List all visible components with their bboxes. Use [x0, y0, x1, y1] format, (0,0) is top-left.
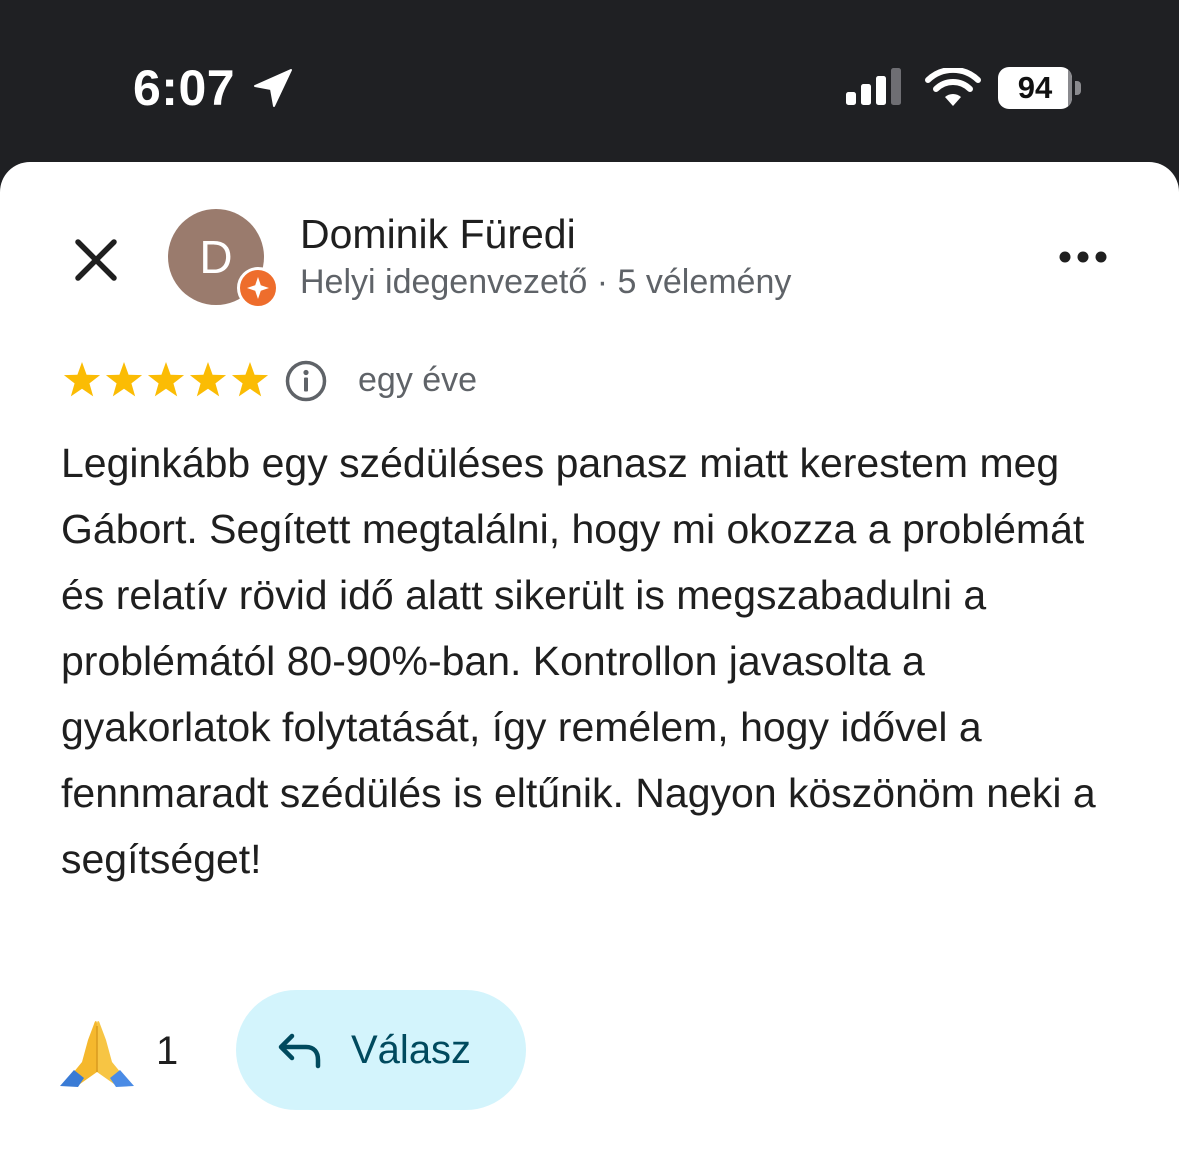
battery-level: 94 — [1017, 70, 1053, 105]
status-bar: 6:07 94 — [0, 0, 1179, 162]
reply-arrow-icon — [278, 1033, 321, 1069]
star-rating — [63, 362, 269, 397]
battery-cap — [1075, 81, 1081, 95]
more-options-icon[interactable] — [1050, 242, 1116, 272]
review-text: Leginkább egy szédüléses panasz miatt ke… — [61, 440, 1096, 882]
review-time: egy éve — [358, 361, 478, 399]
star-icon — [105, 362, 143, 397]
reviewer-name[interactable]: Dominik Füredi — [300, 209, 576, 259]
reaction-button[interactable]: 1 — [58, 1012, 198, 1088]
close-icon[interactable] — [66, 230, 126, 290]
star-icon — [147, 362, 185, 397]
info-icon[interactable] — [284, 359, 328, 403]
battery-icon: 94 — [998, 67, 1084, 109]
reply-label: Válasz — [351, 1028, 472, 1072]
review-sheet: D Dominik Füredi Helyi idegenvezető · 5 … — [0, 162, 1179, 1169]
pray-emoji-icon — [60, 1021, 134, 1087]
reply-button[interactable]: Válasz — [236, 990, 526, 1110]
rating-row: egy éve — [62, 357, 762, 407]
star-icon — [63, 362, 101, 397]
reviewer-subtitle[interactable]: Helyi idegenvezető · 5 vélemény — [300, 260, 791, 304]
wifi-icon — [925, 68, 981, 106]
local-guide-badge-icon — [237, 267, 279, 309]
reaction-count: 1 — [156, 1029, 179, 1073]
status-time: 6:07 — [133, 60, 236, 116]
battery-body: 94 — [998, 67, 1072, 109]
location-arrow-icon — [254, 69, 292, 107]
star-icon — [189, 362, 227, 397]
cellular-signal-icon — [846, 68, 901, 105]
star-icon — [231, 362, 269, 397]
